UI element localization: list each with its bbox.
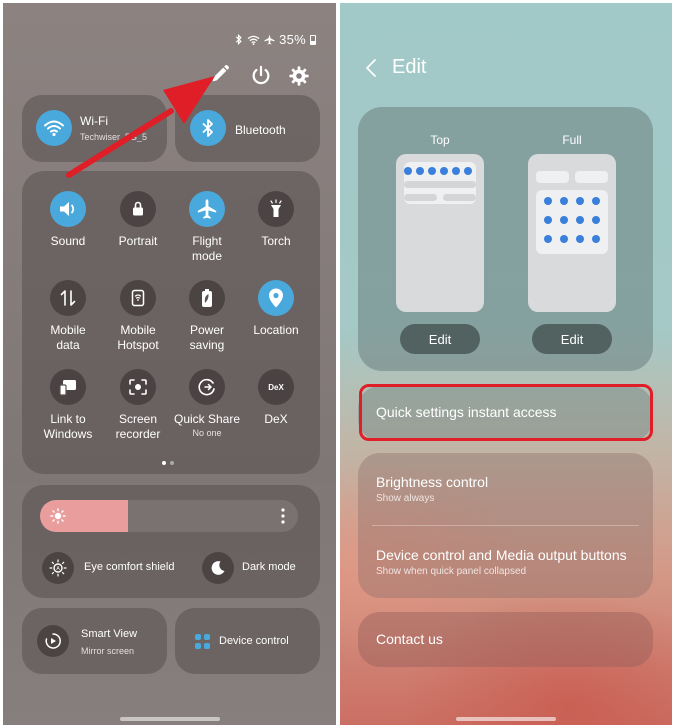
smart-view-tile[interactable]: Smart View Mirror screen: [22, 608, 167, 674]
bluetooth-title: Bluetooth: [235, 123, 286, 137]
bluetooth-icon: [235, 34, 242, 45]
page-indicator: [162, 461, 174, 465]
quick-tile-label: Torch: [261, 234, 291, 248]
contact-us-label: Contact us: [376, 631, 443, 647]
hotspot-icon: [120, 280, 156, 316]
quick-tile-dex[interactable]: DeX DeX: [240, 369, 312, 427]
rotation-lock-icon: [120, 191, 156, 227]
quick-tile-label: Sound: [50, 234, 86, 248]
panel-layout-card: Top Full Edit Edit: [358, 107, 653, 371]
home-indicator: [456, 717, 556, 721]
device-media-buttons-subtitle: Show when quick panel collapsed: [376, 566, 527, 577]
airplane-icon: [189, 191, 225, 227]
quick-tile-label: Mobile data: [50, 323, 86, 352]
brightness-slider[interactable]: [40, 500, 298, 532]
edit-top-button[interactable]: Edit: [400, 324, 480, 354]
bluetooth-icon: [190, 110, 226, 146]
wifi-network-name: Techwiser_5G_5: [80, 132, 148, 142]
wifi-icon: [247, 35, 260, 45]
layout-option-top[interactable]: Top: [396, 133, 484, 312]
sun-icon: [50, 508, 66, 524]
settings-list-card: Brightness control Show always Device co…: [358, 453, 653, 598]
quick-tile-label: Link to Windows: [43, 412, 93, 441]
back-chevron-icon[interactable]: [364, 58, 378, 78]
link-to-windows-icon: [50, 369, 86, 405]
quick-tile-label: Mobile Hotspot: [117, 323, 159, 352]
svg-text:DeX: DeX: [268, 383, 284, 392]
quick-tile-link-to-windows[interactable]: Link to Windows: [32, 369, 104, 442]
power-icon[interactable]: [250, 65, 272, 87]
wifi-tile[interactable]: Wi-Fi Techwiser_5G_5: [22, 95, 167, 162]
quick-settings-grid: Sound Portrait Flight mode Torch Mobile data Mo…: [22, 171, 320, 474]
list-divider: [372, 525, 639, 526]
page-title: Edit: [392, 56, 427, 78]
edit-full-button[interactable]: Edit: [532, 324, 612, 354]
device-media-buttons-title[interactable]: Device control and Media output buttons: [376, 547, 627, 563]
dark-mode-icon[interactable]: [202, 552, 234, 584]
quick-tile-sound[interactable]: Sound: [32, 191, 104, 249]
torch-icon: [258, 191, 294, 227]
device-control-title: Device control: [219, 635, 289, 647]
layout-option-full[interactable]: Full: [528, 133, 616, 312]
quick-tile-quick-share[interactable]: Quick Share No one: [171, 369, 243, 438]
quick-tile-power-saving[interactable]: Power saving: [171, 280, 243, 353]
quick-share-icon: [189, 369, 225, 405]
status-bar: 35%: [235, 32, 316, 47]
contact-us-item[interactable]: Contact us: [358, 612, 653, 667]
wifi-title: Wi-Fi: [80, 114, 108, 128]
quick-tile-label: Power saving: [189, 323, 225, 352]
edit-header: Edit: [364, 56, 426, 79]
quick-tile-status: No one: [192, 428, 222, 438]
more-options-icon[interactable]: [280, 507, 286, 525]
wifi-icon: [36, 110, 72, 146]
quick-tile-flight-mode[interactable]: Flight mode: [171, 191, 243, 264]
quick-tile-portrait[interactable]: Portrait: [102, 191, 174, 249]
layout-full-label: Full: [562, 133, 582, 147]
screen-recorder-icon: [120, 369, 156, 405]
volume-icon: [50, 191, 86, 227]
annotation-highlight-box: [359, 384, 653, 441]
smart-view-icon: [37, 625, 69, 657]
battery-percent: 35%: [279, 32, 306, 47]
home-indicator: [120, 717, 220, 721]
battery-icon: [310, 34, 316, 45]
quick-tile-mobile-data[interactable]: Mobile data: [32, 280, 104, 353]
smart-view-title: Smart View: [81, 628, 138, 640]
bluetooth-tile[interactable]: Bluetooth: [175, 95, 320, 162]
quick-tile-label: Quick Share: [173, 412, 241, 426]
eye-comfort-label[interactable]: Eye comfort shield: [84, 561, 174, 573]
quick-tile-label: DeX: [264, 412, 288, 426]
eye-comfort-icon[interactable]: A: [42, 552, 74, 584]
brightness-control-subtitle: Show always: [376, 493, 435, 504]
device-control-icon: [195, 634, 210, 649]
quick-tile-label: Flight mode: [191, 234, 223, 263]
quick-tile-screen-recorder[interactable]: Screen recorder: [102, 369, 174, 442]
quick-tile-label: Portrait: [118, 234, 158, 248]
location-pin-icon: [258, 280, 294, 316]
layout-full-preview: [528, 154, 616, 312]
dex-icon: DeX: [258, 369, 294, 405]
device-control-tile[interactable]: Device control: [175, 608, 320, 674]
power-saving-icon: [189, 280, 225, 316]
smart-view-subtitle: Mirror screen: [81, 646, 135, 656]
edit-screen: Edit Top Full Edit Edit Quick settings i…: [340, 3, 672, 725]
mobile-data-icon: [50, 280, 86, 316]
settings-gear-icon[interactable]: [288, 65, 310, 87]
quick-panel-screen: 35% Wi-Fi Techwiser_5G_5 Bluetooth Sound…: [3, 3, 336, 725]
quick-tile-label: Screen recorder: [115, 412, 161, 441]
edit-pencil-icon[interactable]: [209, 63, 231, 85]
quick-tile-location[interactable]: Location: [240, 280, 312, 338]
layout-top-label: Top: [430, 133, 450, 147]
dark-mode-label[interactable]: Dark mode: [242, 561, 296, 573]
brightness-panel: A Eye comfort shield Dark mode: [22, 485, 320, 598]
quick-tile-label: Location: [253, 323, 299, 337]
quick-tile-mobile-hotspot[interactable]: Mobile Hotspot: [102, 280, 174, 353]
brightness-control-title[interactable]: Brightness control: [376, 474, 488, 490]
airplane-icon: [264, 34, 275, 45]
layout-top-preview: [396, 154, 484, 312]
quick-tile-torch[interactable]: Torch: [240, 191, 312, 249]
